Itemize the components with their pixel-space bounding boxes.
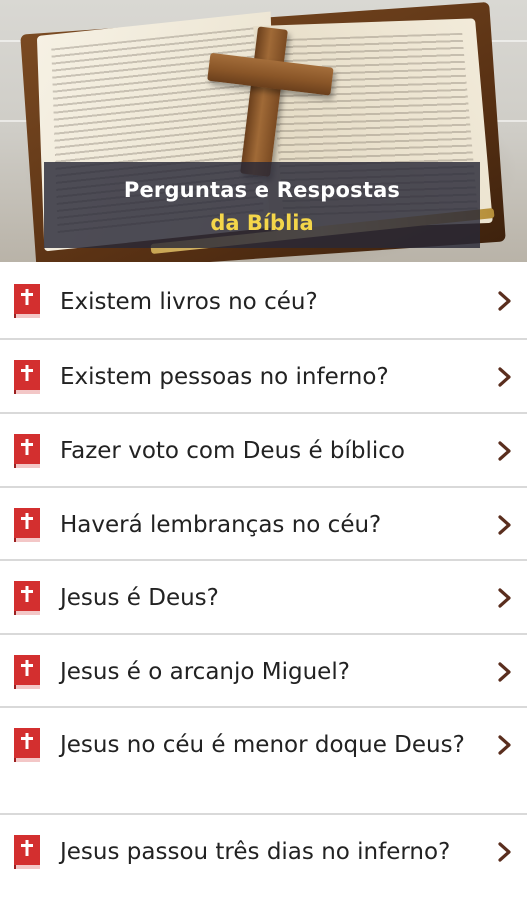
chevron-right-icon xyxy=(498,515,511,535)
header-banner: Perguntas e Respostas da Bíblia xyxy=(0,0,527,262)
question-list-item[interactable]: Jesus no céu é menor doque Deus? xyxy=(0,708,527,815)
question-list-item[interactable]: Jesus é Deus? xyxy=(0,561,527,635)
app-title-box: Perguntas e Respostas da Bíblia xyxy=(44,162,480,248)
question-label: Jesus passou três dias no inferno? xyxy=(60,839,451,865)
bible-cross-icon xyxy=(14,434,40,468)
bible-cross-icon xyxy=(14,581,40,615)
question-label: Existem livros no céu? xyxy=(60,289,318,315)
question-list-item[interactable]: Existem livros no céu? xyxy=(0,262,527,340)
chevron-right-icon xyxy=(498,367,511,387)
bible-cross-icon xyxy=(14,728,40,762)
question-label: Jesus é Deus? xyxy=(60,585,219,611)
question-label: Existem pessoas no inferno? xyxy=(60,364,389,390)
wooden-cross-image xyxy=(196,21,337,183)
question-label: Fazer voto com Deus é bíblico xyxy=(60,438,405,464)
chevron-right-icon xyxy=(498,588,511,608)
bible-cross-icon xyxy=(14,284,40,318)
app-subtitle: da Bíblia xyxy=(210,211,314,235)
chevron-right-icon xyxy=(498,842,511,862)
cross-vertical-beam xyxy=(240,26,288,177)
question-label: Jesus é o arcanjo Miguel? xyxy=(60,659,350,685)
chevron-right-icon xyxy=(498,662,511,682)
question-label: Haverá lembranças no céu? xyxy=(60,512,382,538)
question-list-item[interactable]: Fazer voto com Deus é bíblico xyxy=(0,414,527,488)
question-list-item[interactable]: Jesus passou três dias no inferno? xyxy=(0,815,527,900)
app-screen: Perguntas e Respostas da Bíblia Existem … xyxy=(0,0,527,900)
chevron-right-icon xyxy=(498,441,511,461)
questions-list: Existem livros no céu? Existem pessoas n… xyxy=(0,262,527,900)
question-list-item[interactable]: Haverá lembranças no céu? xyxy=(0,488,527,561)
bible-cross-icon xyxy=(14,655,40,689)
bible-cross-icon xyxy=(14,835,40,869)
bible-cross-icon xyxy=(14,508,40,542)
app-title: Perguntas e Respostas xyxy=(123,178,401,202)
question-list-item[interactable]: Existem pessoas no inferno? xyxy=(0,340,527,414)
chevron-right-icon xyxy=(498,735,511,755)
question-list-item[interactable]: Jesus é o arcanjo Miguel? xyxy=(0,635,527,708)
question-label: Jesus no céu é menor doque Deus? xyxy=(60,732,465,758)
bible-cross-icon xyxy=(14,360,40,394)
chevron-right-icon xyxy=(498,291,511,311)
